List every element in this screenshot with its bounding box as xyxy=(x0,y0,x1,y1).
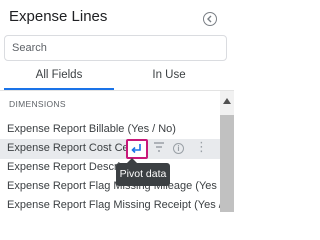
pivot-data-button[interactable] xyxy=(126,139,148,159)
pivot-icon xyxy=(131,144,141,154)
field-label: Expense Report Flag Missing Mileage (Yes… xyxy=(7,180,220,192)
info-icon[interactable]: i xyxy=(173,143,184,154)
field-label: Expense Report Flag Missing Receipt (Yes… xyxy=(7,199,220,211)
search-input[interactable]: Search xyxy=(4,35,227,61)
field-row[interactable]: Expense Report Billable (Yes / No) xyxy=(0,120,220,140)
dimensions-section-label: DIMENSIONS xyxy=(9,99,66,109)
tab-in-use[interactable]: In Use xyxy=(114,69,224,81)
chevron-left-icon xyxy=(207,15,212,23)
filter-icon[interactable] xyxy=(152,140,166,154)
field-row-cost-center[interactable]: Expense Report Cost Center xyxy=(0,139,220,159)
collapse-panel-button[interactable] xyxy=(203,12,217,26)
tabs-divider xyxy=(0,90,234,91)
panel-title: Expense Lines xyxy=(9,8,108,25)
field-row[interactable]: Expense Report Flag Missing Mileage (Yes… xyxy=(0,177,220,197)
more-vert-icon[interactable]: ⋮ xyxy=(195,140,208,153)
scrollbar-thumb[interactable] xyxy=(220,115,234,212)
scroll-up-arrow-icon[interactable] xyxy=(223,98,231,104)
pivot-tooltip: Pivot data xyxy=(116,158,170,186)
field-label: Expense Report Billable (Yes / No) xyxy=(7,123,176,135)
field-row[interactable]: Expense Report Flag Missing Receipt (Yes… xyxy=(0,196,220,216)
field-row[interactable]: Expense Report Description xyxy=(0,158,220,178)
tab-all-fields[interactable]: All Fields xyxy=(4,69,114,81)
